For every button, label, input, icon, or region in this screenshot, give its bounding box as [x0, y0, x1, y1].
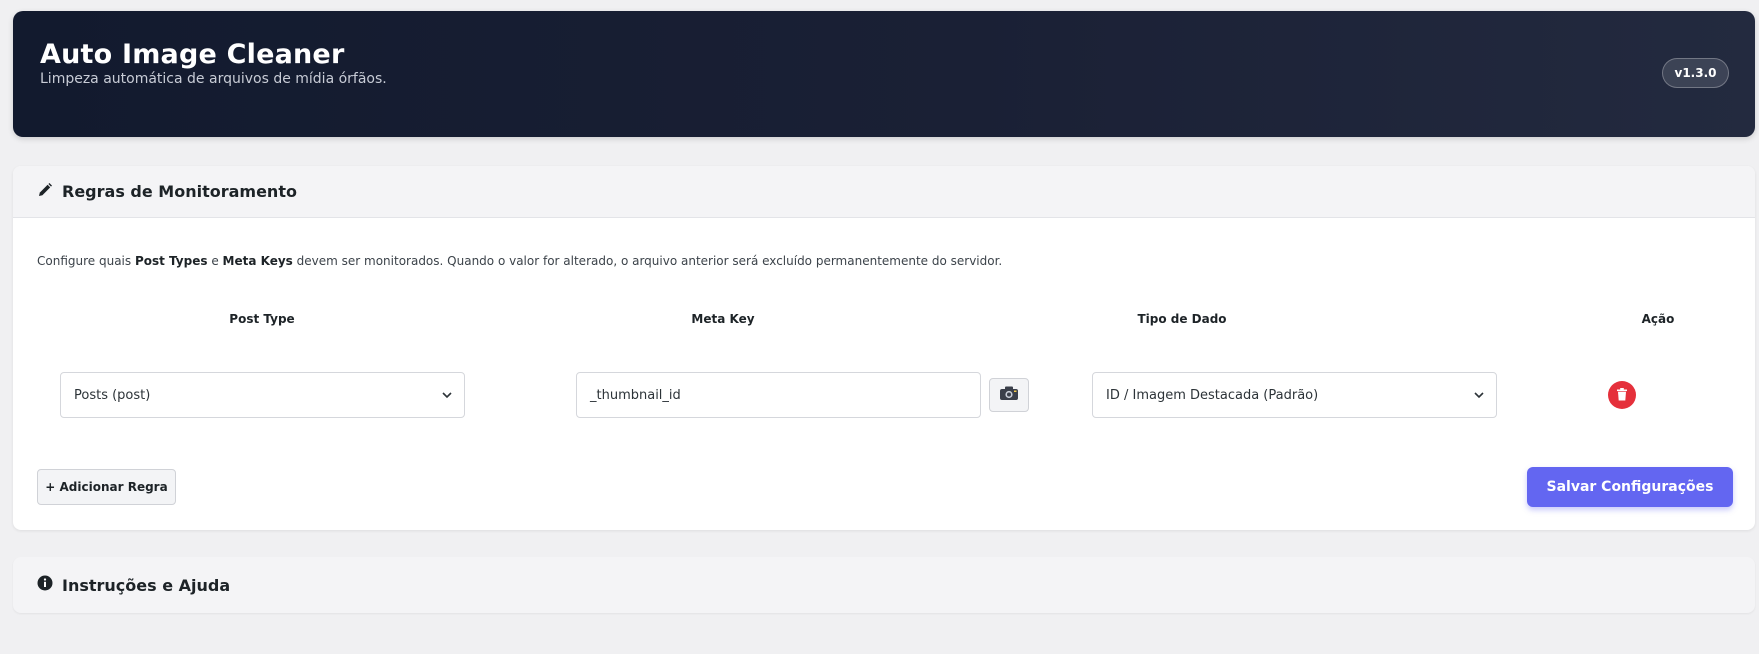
chevron-down-icon	[1474, 392, 1484, 399]
data-type-select[interactable]: ID / Imagem Destacada (Padrão)	[1092, 372, 1497, 418]
desc-text-2: e	[207, 254, 223, 268]
pencil-icon	[37, 182, 53, 202]
save-settings-button[interactable]: Salvar Configurações	[1527, 467, 1733, 507]
desc-bold-meta-keys: Meta Keys	[222, 254, 293, 268]
rules-panel-title: Regras de Monitoramento	[62, 182, 297, 201]
data-type-select-value: ID / Imagem Destacada (Padrão)	[1106, 387, 1319, 403]
plugin-header: Auto Image Cleaner Limpeza automática de…	[13, 11, 1755, 137]
trash-icon	[1616, 386, 1628, 405]
add-rule-button[interactable]: + Adicionar Regra	[37, 469, 176, 505]
camera-icon	[999, 385, 1019, 405]
column-header-data-type: Tipo de Dado	[1137, 312, 1227, 326]
desc-text-1: Configure quais	[37, 254, 135, 268]
help-panel-title: Instruções e Ajuda	[62, 575, 231, 595]
meta-key-input[interactable]: _thumbnail_id	[576, 372, 981, 418]
column-header-post-type: Post Type	[229, 312, 295, 326]
meta-key-value: _thumbnail_id	[590, 387, 681, 403]
rules-description: Configure quais Post Types e Meta Keys d…	[37, 254, 1002, 268]
version-badge: v1.3.0	[1662, 58, 1729, 88]
desc-text-3: devem ser monitorados. Quando o valor fo…	[292, 254, 1003, 268]
desc-bold-post-types: Post Types	[134, 254, 208, 268]
app-subtitle: Limpeza automática de arquivos de mídia …	[40, 71, 387, 87]
rules-panel-header[interactable]: Regras de Monitoramento	[13, 166, 1755, 218]
app-title: Auto Image Cleaner	[40, 39, 345, 70]
delete-rule-button[interactable]	[1608, 381, 1636, 409]
info-icon	[37, 575, 53, 595]
column-header-action: Ação	[1641, 312, 1675, 326]
column-header-meta-key: Meta Key	[691, 312, 755, 326]
help-panel-header[interactable]: Instruções e Ajuda	[13, 557, 1755, 613]
rules-panel: Regras de Monitoramento Configure quais …	[13, 166, 1755, 530]
post-type-select-value: Posts (post)	[74, 387, 151, 403]
post-type-select[interactable]: Posts (post)	[60, 372, 465, 418]
chevron-down-icon	[442, 392, 452, 399]
select-media-button[interactable]	[989, 378, 1029, 412]
